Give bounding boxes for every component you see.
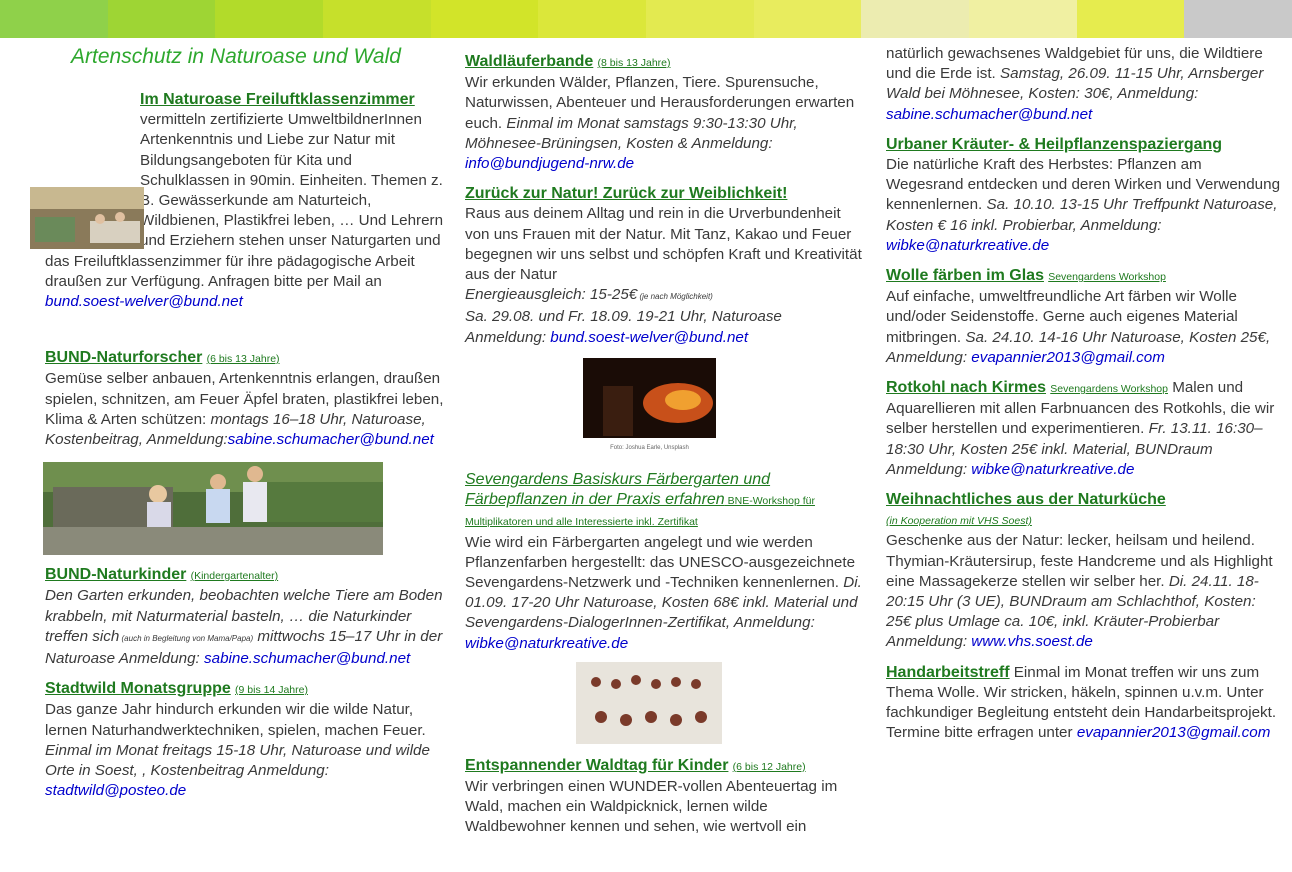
section-naturkinder: BUND-Naturkinder (Kindergartenalter) Den… [45,565,445,669]
email-link[interactable]: evapannier2013@gmail.com [971,349,1165,366]
section-waldlaeuferbande: Waldläuferbande (8 bis 13 Jahre) Wir erk… [465,52,865,174]
age-tag: (6 bis 12 Jahre) [732,760,806,773]
plant-dye-photo [576,661,722,744]
age-tag: (Kindergartenalter) [190,570,279,583]
section-heading: Waldläuferbande [465,53,594,70]
email-link[interactable]: wibke@naturkreative.de [886,237,1049,254]
header-stripe [753,0,862,38]
header-stripe [969,0,1077,38]
email-link[interactable]: stadtwild@posteo.de [45,782,186,799]
age-tag: (9 bis 14 Jahre) [235,684,308,697]
section-text: Wir verbringen einen WUNDER-vollen Abent… [465,778,838,836]
section-heading: Zurück zur Natur! Zurück zur Weiblichkei… [465,185,788,203]
cooperation-tag: (in Kooperation mit VHS Soest) [886,515,1032,528]
header-stripe [646,0,754,38]
section-naturforscher: BUND-Naturforscher (6 bis 13 Jahre) Gemü… [45,348,445,450]
column-left: Artenschutz in Naturoase und Wald Im Nat… [43,44,445,811]
header-stripe [0,0,108,38]
header-stripe [107,0,216,38]
section-heading: Entspannender Waldtag für Kinder [465,756,729,774]
section-heading: Weihnachtliches aus der Naturküche [886,491,1166,509]
workshop-tag: Sevengardens Workshop [1050,383,1168,396]
column-middle: Waldläuferbande (8 bis 13 Jahre) Wir erk… [465,52,865,848]
section-handarbeitstreff: Handarbeitstreff Einmal im Monat treffen… [886,663,1281,744]
garden-children-photo [43,462,383,556]
fire-photo [583,357,716,438]
section-heading: Rotkohl nach Kirmes [886,379,1047,397]
email-link[interactable]: bund.soest-welver@bund.net [550,329,748,346]
section-info: Einmal im Monat freitags 15-18 Uhr, Natu… [45,741,430,780]
section-heading: Handarbeitstreff [886,663,1010,681]
section-heading: Im Naturoase Freiluftklassenzimmer [140,91,415,108]
header-stripe [323,0,431,38]
section-heading: BUND-Naturkinder [45,566,187,584]
section-stadtwild: Stadtwild Monatsgruppe (9 bis 14 Jahre) … [45,679,445,801]
workshop-tag: Sevengardens Workshop [1048,271,1166,284]
email-link[interactable]: sabine.schumacher@bund.net [886,106,1092,123]
header-stripe [430,0,539,38]
email-link[interactable]: info@bundjugend-nrw.de [465,155,634,172]
header-stripe [538,0,647,38]
email-link[interactable]: wibke@naturkreative.de [971,461,1134,478]
age-tag: (8 bis 13 Jahre) [597,57,671,69]
column-right: natürlich gewachsenes Waldgebiet für uns… [886,44,1281,754]
email-link[interactable]: bund.soest-welver@bund.net [45,293,243,310]
section-kraeuterspaziergang: Urbaner Kräuter- & Heilpflanzenspazierga… [886,135,1281,256]
section-weiblichkeit: Zurück zur Natur! Zurück zur Weiblichkei… [465,184,865,348]
fire-photo-block: Foto: Joshua Earle, Unsplash [583,357,716,458]
section-heading: BUND-Naturforscher [45,349,203,367]
section-naturkueche: Weihnachtliches aus der Naturküche (in K… [886,490,1281,653]
email-link[interactable]: wibke@naturkreative.de [465,635,628,652]
section-waldtag: Entspannender Waldtag für Kinder (6 bis … [465,756,865,838]
email-link[interactable]: sabine.schumacher@bund.net [228,431,434,448]
section-faerbergarten: Sevengardens Basiskurs Färbergarten und … [465,470,865,654]
page-title: Artenschutz in Naturoase und Wald [71,45,401,68]
section-heading: Wolle färben im Glas [886,267,1044,285]
section-waldtag-continued: natürlich gewachsenes Waldgebiet für uns… [886,44,1281,125]
section-info: Einmal im Monat samstags 9:30-13:30 Uhr,… [465,114,798,152]
note-small: (je nach Möglichkeit) [637,292,713,302]
header-stripe [861,0,970,38]
classroom-photo [30,187,144,249]
section-wolle-faerben: Wolle färben im Glas Sevengardens Worksh… [886,266,1281,368]
header-stripe [1184,0,1292,38]
email-link[interactable]: sabine.schumacher@bund.net [204,650,410,667]
note-small: (auch in Begleitung von Mama/Papa) [119,633,254,643]
header-color-bar [0,0,1292,38]
section-info: Energieausgleich: 15-25€ [465,286,638,304]
header-stripe [215,0,324,38]
photo-caption: Foto: Joshua Earle, Unsplash [610,444,689,451]
section-heading: Urbaner Kräuter- & Heilpflanzenspazierga… [886,135,1223,153]
section-rotkohl: Rotkohl nach Kirmes Sevengardens Worksho… [886,378,1281,480]
header-stripe [1076,0,1185,38]
section-heading: Stadtwild Monatsgruppe [45,680,231,698]
section-text: Wie wird ein Färbergarten angelegt und w… [465,533,856,592]
section-text: Raus aus deinem Alltag und rein in die U… [465,205,862,284]
age-tag: (6 bis 13 Jahre) [206,353,280,366]
section-text: Das ganze Jahr hindurch erkunden wir die… [45,701,426,739]
web-link[interactable]: www.vhs.soest.de [971,633,1093,650]
email-link[interactable]: evapannier2013@gmail.com [1077,724,1271,741]
